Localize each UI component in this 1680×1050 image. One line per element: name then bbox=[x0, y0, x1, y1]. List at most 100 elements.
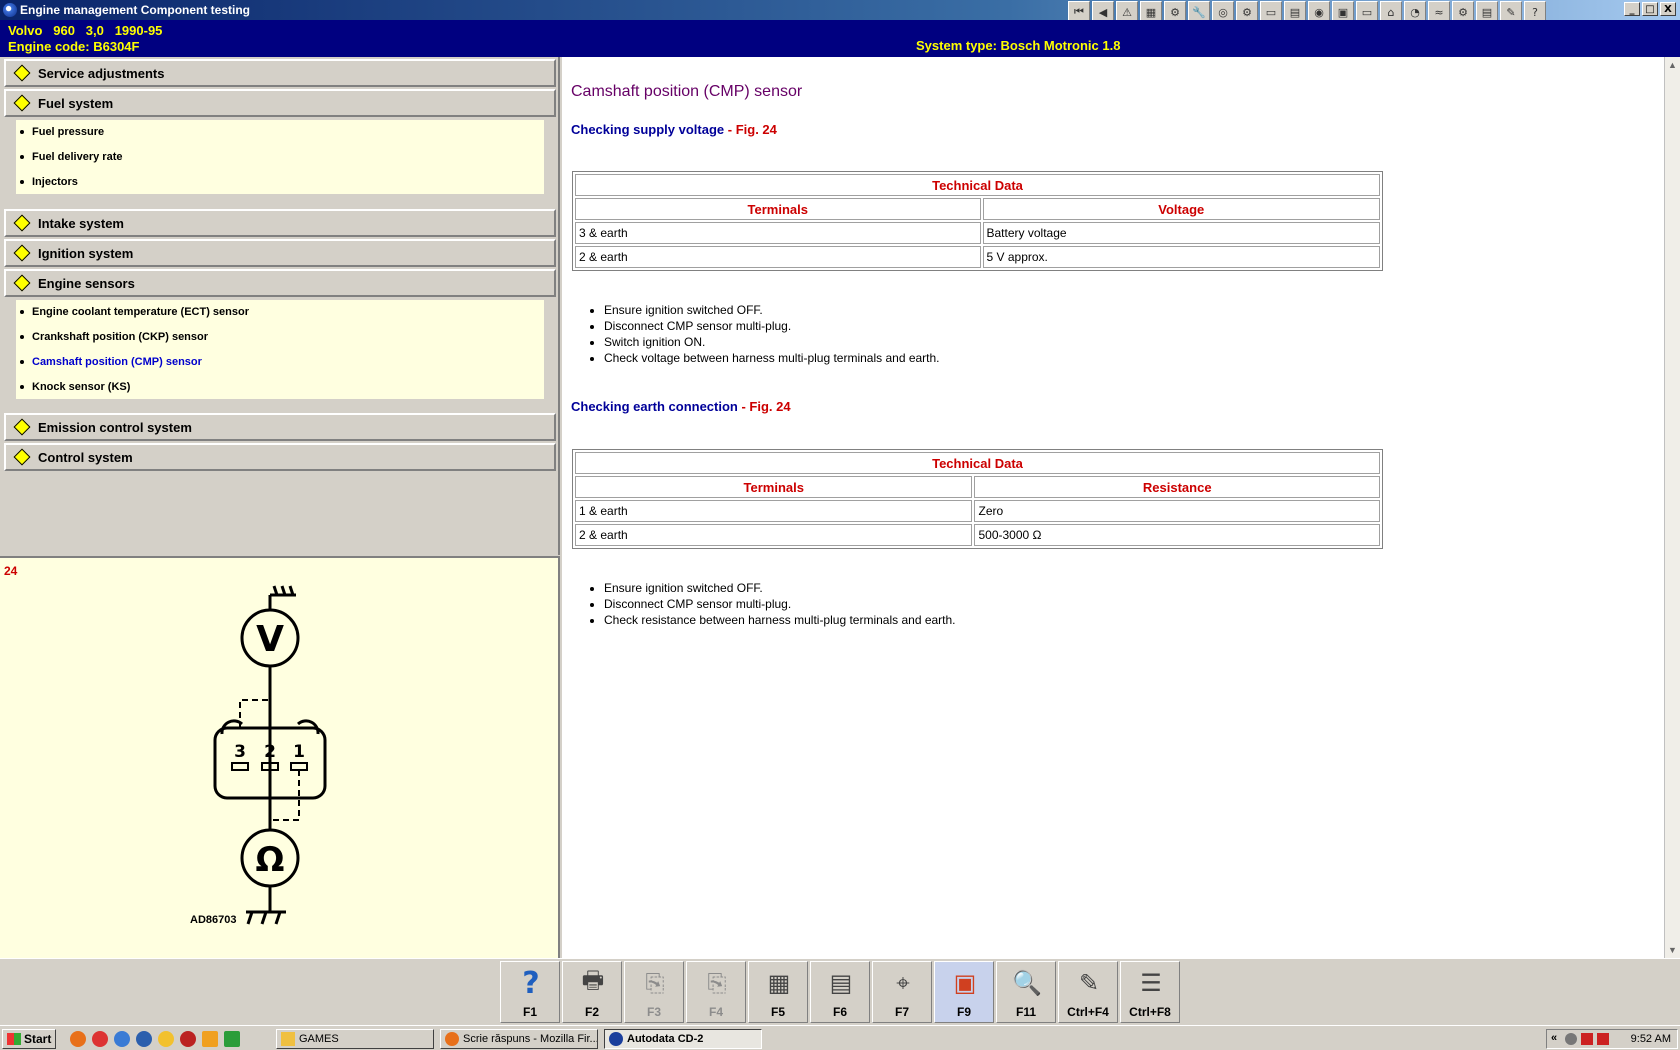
figure-link[interactable]: - Fig. 24 bbox=[738, 399, 790, 414]
nav-section-emission-control[interactable]: Emission control system bbox=[4, 413, 556, 441]
engine-sensor-items: Engine coolant temperature (ECT) sensor … bbox=[16, 300, 544, 399]
table-cell: 5 V approx. bbox=[982, 246, 1380, 268]
tray-expand-icon[interactable]: « bbox=[1551, 1032, 1557, 1044]
nav-item-knock-sensor[interactable]: Knock sensor (KS) bbox=[20, 381, 130, 393]
terminal-label: 3 bbox=[234, 742, 246, 762]
tray-icon[interactable] bbox=[1597, 1033, 1609, 1045]
nav-item-cmp-sensor[interactable]: Camshaft position (CMP) sensor bbox=[20, 356, 202, 368]
fkey-f2-button[interactable]: 🖶 F2 bbox=[562, 961, 622, 1023]
fkey-f7-button[interactable]: ⌖ F7 bbox=[872, 961, 932, 1023]
list-item: Disconnect CMP sensor multi-plug. bbox=[604, 596, 956, 612]
procedure-steps-voltage: Ensure ignition switched OFF. Disconnect… bbox=[604, 302, 940, 366]
nav-item-label: Knock sensor (KS) bbox=[32, 381, 131, 393]
opera-icon[interactable] bbox=[92, 1031, 108, 1047]
fkey-label: F5 bbox=[770, 1005, 785, 1019]
fkey-label: F9 bbox=[956, 1005, 971, 1019]
app-icon bbox=[3, 3, 17, 17]
bullet-icon bbox=[20, 310, 24, 315]
table-cell: 3 & earth bbox=[575, 222, 981, 244]
column-header: Voltage bbox=[982, 198, 1380, 220]
nav-section-label: Engine sensors bbox=[38, 276, 135, 291]
technical-data-table-resistance: Technical Data Terminals Resistance 1 & … bbox=[572, 449, 1383, 549]
figure-link[interactable]: - Fig. 24 bbox=[724, 122, 777, 137]
title-bar: Engine management Component testing ⏮ ◀ ⚠ ▦… bbox=[0, 0, 1680, 23]
fkey-label: F6 bbox=[832, 1005, 847, 1019]
fkey-f4-button[interactable]: ⎘ F4 bbox=[686, 961, 746, 1023]
task-firefox[interactable]: Scrie răspuns - Mozilla Fir... bbox=[440, 1029, 598, 1049]
index-icon: ☰ bbox=[1140, 969, 1162, 997]
nav-item-fuel-delivery-rate[interactable]: Fuel delivery rate bbox=[20, 151, 123, 163]
figure-panel: 24 V Ω 3 2 1 AD86703 bbox=[0, 556, 560, 958]
table-row: 3 & earth Battery voltage bbox=[575, 222, 1380, 244]
diamond-icon bbox=[13, 448, 31, 466]
search-icon: ⌖ bbox=[896, 969, 910, 997]
folder-icon bbox=[281, 1032, 295, 1046]
tray-icon[interactable] bbox=[1565, 1033, 1577, 1045]
media-icon[interactable] bbox=[180, 1031, 196, 1047]
vertical-scrollbar[interactable]: ▲ ▼ bbox=[1664, 57, 1680, 958]
nav-section-intake-system[interactable]: Intake system bbox=[4, 209, 556, 237]
list-item: Ensure ignition switched OFF. bbox=[604, 580, 956, 596]
nav-section-label: Control system bbox=[38, 450, 133, 465]
fkey-f5-button[interactable]: ▦ F5 bbox=[748, 961, 808, 1023]
firefox-icon bbox=[445, 1032, 459, 1046]
function-key-bar: ? F1 🖶 F2 ⎘ F3 ⎘ F4 ▦ F5 ▤ F6 ⌖ F7 ▣ F9 🔍 F11 ✎ Ctrl+F4 ☰ Ctr… bbox=[0, 958, 1680, 1024]
diamond-icon bbox=[13, 274, 31, 292]
fkey-f9-button[interactable]: ▣ F9 bbox=[934, 961, 994, 1023]
nav-section-label: Intake system bbox=[38, 216, 124, 231]
fkey-ctrl-f4-button[interactable]: ✎ Ctrl+F4 bbox=[1058, 961, 1118, 1023]
fkey-label: Ctrl+F4 bbox=[1067, 1005, 1109, 1019]
table-cell: 2 & earth bbox=[575, 246, 981, 268]
nav-item-ckp-sensor[interactable]: Crankshaft position (CKP) sensor bbox=[20, 331, 208, 343]
task-games[interactable]: GAMES bbox=[276, 1029, 434, 1049]
bullet-icon bbox=[20, 180, 24, 185]
fkey-ctrl-f8-button[interactable]: ☰ Ctrl+F8 bbox=[1120, 961, 1180, 1023]
ie-icon[interactable] bbox=[114, 1031, 130, 1047]
nav-item-ect-sensor[interactable]: Engine coolant temperature (ECT) sensor bbox=[20, 306, 249, 318]
start-button[interactable]: Start bbox=[2, 1029, 56, 1049]
column-header: Resistance bbox=[974, 476, 1380, 498]
figure-reference: AD86703 bbox=[190, 914, 237, 926]
table-title: Technical Data bbox=[575, 174, 1380, 196]
fkey-f1-button[interactable]: ? F1 bbox=[500, 961, 560, 1023]
ohmmeter-label: Ω bbox=[256, 840, 285, 880]
app-shortcut-icon[interactable] bbox=[224, 1031, 240, 1047]
vehicle-model: Volvo 960 3,0 1990-95 bbox=[8, 23, 163, 38]
column-header: Terminals bbox=[575, 198, 981, 220]
content-pane: Camshaft position (CMP) sensor Checking … bbox=[562, 57, 1680, 958]
fkey-f6-button[interactable]: ▤ F6 bbox=[810, 961, 870, 1023]
maximize-button[interactable]: □ bbox=[1642, 2, 1658, 16]
help-icon: ? bbox=[522, 965, 540, 1001]
nav-item-fuel-pressure[interactable]: Fuel pressure bbox=[20, 126, 104, 138]
earth-tick bbox=[260, 911, 268, 925]
fkey-f11-button[interactable]: 🔍 F11 bbox=[996, 961, 1056, 1023]
minimize-button[interactable]: _ bbox=[1624, 2, 1640, 16]
close-button[interactable]: X bbox=[1660, 2, 1676, 16]
fkey-f3-button[interactable]: ⎘ F3 bbox=[624, 961, 684, 1023]
task-autodata[interactable]: Autodata CD-2 bbox=[604, 1029, 762, 1049]
task-label: GAMES bbox=[299, 1033, 339, 1045]
procedure-steps-resistance: Ensure ignition switched OFF. Disconnect… bbox=[604, 580, 956, 628]
scroll-down-icon[interactable]: ▼ bbox=[1668, 945, 1677, 955]
tray-icon[interactable] bbox=[1581, 1033, 1593, 1045]
taskbar: Start GAMES Scrie răspuns - Mozilla Fir.… bbox=[0, 1025, 1680, 1050]
system-type: System type: Bosch Motronic 1.8 bbox=[916, 38, 1121, 53]
nav-item-injectors[interactable]: Injectors bbox=[20, 176, 78, 188]
table-cell: 500-3000 Ω bbox=[974, 524, 1380, 546]
messenger-icon[interactable] bbox=[158, 1031, 174, 1047]
nav-section-engine-sensors[interactable]: Engine sensors bbox=[4, 269, 556, 297]
folder-shortcut-icon[interactable] bbox=[202, 1031, 218, 1047]
nav-section-fuel-system[interactable]: Fuel system bbox=[4, 89, 556, 117]
fkey-label: F2 bbox=[584, 1005, 599, 1019]
system-tray: « 9:52 AM bbox=[1546, 1029, 1678, 1049]
nav-section-service-adjustments[interactable]: Service adjustments bbox=[4, 59, 556, 87]
nav-section-control-system[interactable]: Control system bbox=[4, 443, 556, 471]
scroll-up-icon[interactable]: ▲ bbox=[1668, 60, 1677, 70]
firefox-icon[interactable] bbox=[70, 1031, 86, 1047]
component-location-icon: ▦ bbox=[767, 969, 791, 997]
earth-tick bbox=[246, 911, 254, 925]
copy-icon: ⎘ bbox=[645, 969, 665, 997]
nav-section-ignition-system[interactable]: Ignition system bbox=[4, 239, 556, 267]
diamond-icon bbox=[13, 418, 31, 436]
browser-icon[interactable] bbox=[136, 1031, 152, 1047]
